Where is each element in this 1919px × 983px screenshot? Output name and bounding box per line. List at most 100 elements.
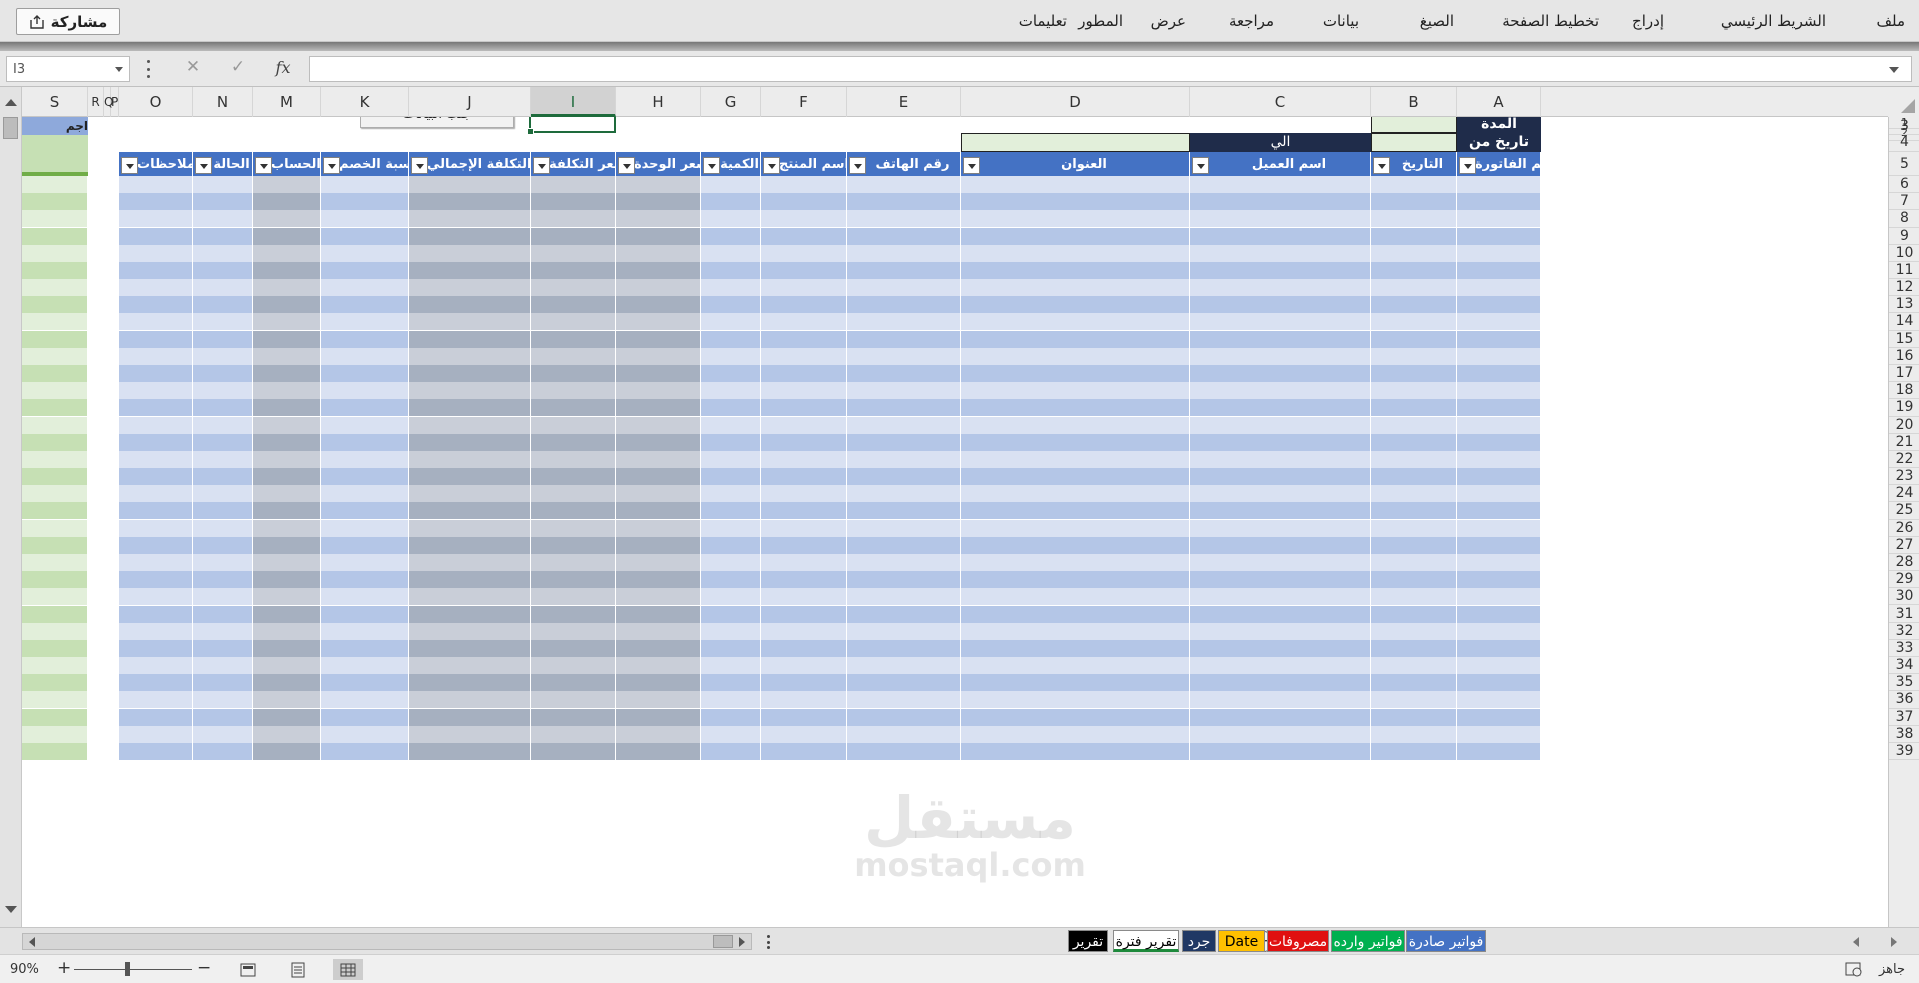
table-cell[interactable] <box>531 657 616 676</box>
table-cell[interactable] <box>1457 399 1541 418</box>
table-cell[interactable] <box>1190 227 1371 246</box>
menu-home[interactable]: الشريط الرئيسي <box>1721 12 1826 30</box>
table-cell[interactable] <box>961 519 1190 538</box>
scroll-up-icon[interactable] <box>5 99 17 106</box>
table-cell[interactable] <box>761 193 847 212</box>
menu-view[interactable]: عرض <box>1151 12 1186 30</box>
table-cell[interactable] <box>616 553 701 572</box>
table-cell[interactable] <box>531 622 616 641</box>
table-cell[interactable] <box>321 605 409 624</box>
table-cell[interactable] <box>1457 364 1541 383</box>
table-cell[interactable] <box>531 176 616 194</box>
table-cell[interactable] <box>701 639 761 658</box>
table-cell[interactable] <box>321 571 409 590</box>
table-cell[interactable] <box>1371 382 1457 401</box>
table-cell[interactable] <box>193 193 253 212</box>
table-cell[interactable] <box>961 176 1190 194</box>
table-cell[interactable] <box>193 536 253 555</box>
row-header-11[interactable]: 11 <box>1889 262 1919 280</box>
table-cell[interactable] <box>1457 210 1541 229</box>
table-cell[interactable] <box>1371 639 1457 658</box>
table-cell[interactable] <box>531 279 616 298</box>
table-cell[interactable] <box>701 279 761 298</box>
table-cell[interactable] <box>119 725 193 744</box>
table-cell[interactable] <box>193 399 253 418</box>
table-cell[interactable] <box>1190 639 1371 658</box>
column-header-c[interactable]: C <box>1190 87 1371 117</box>
menu-formulas[interactable]: الصيغ <box>1420 12 1454 30</box>
table-cell[interactable] <box>1190 708 1371 727</box>
sheet-tab-2[interactable]: فواتير وارده <box>1331 930 1405 952</box>
table-cell[interactable] <box>1371 502 1457 521</box>
table-cell[interactable] <box>1190 725 1371 744</box>
table-cell[interactable] <box>1457 605 1541 624</box>
menu-help[interactable]: تعليمات <box>1019 12 1067 30</box>
table-cell[interactable] <box>119 502 193 521</box>
filter-dropdown-icon[interactable] <box>849 157 866 174</box>
table-cell[interactable] <box>761 536 847 555</box>
table-header-f[interactable]: اسم المنتج <box>761 152 847 176</box>
table-cell[interactable] <box>1371 691 1457 710</box>
row-header-27[interactable]: 27 <box>1889 537 1919 554</box>
table-cell[interactable] <box>119 416 193 435</box>
table-cell[interactable] <box>253 227 321 246</box>
table-cell[interactable] <box>253 330 321 349</box>
table-cell[interactable] <box>321 639 409 658</box>
table-cell[interactable] <box>1190 502 1371 521</box>
table-cell[interactable] <box>616 193 701 212</box>
column-header-r[interactable]: R <box>88 87 104 117</box>
table-cell[interactable] <box>1371 416 1457 435</box>
table-cell[interactable] <box>253 622 321 641</box>
table-cell[interactable] <box>253 519 321 538</box>
table-cell[interactable] <box>531 536 616 555</box>
zoom-in-icon[interactable]: + <box>57 958 71 978</box>
table-cell[interactable] <box>193 708 253 727</box>
column-header-s[interactable]: S <box>22 87 88 117</box>
table-cell[interactable] <box>253 296 321 315</box>
table-cell[interactable] <box>761 674 847 693</box>
table-cell[interactable] <box>847 605 961 624</box>
table-cell[interactable] <box>961 227 1190 246</box>
table-cell[interactable] <box>321 433 409 452</box>
table-cell[interactable] <box>616 742 701 761</box>
table-cell[interactable] <box>409 261 531 280</box>
table-cell[interactable] <box>961 605 1190 624</box>
table-cell[interactable] <box>1457 571 1541 590</box>
normal-view-button[interactable] <box>333 959 363 980</box>
table-cell[interactable] <box>193 416 253 435</box>
table-cell[interactable] <box>193 210 253 229</box>
table-cell[interactable] <box>253 450 321 469</box>
row-header-32[interactable]: 32 <box>1889 623 1919 640</box>
table-cell[interactable] <box>847 176 961 194</box>
name-box[interactable]: I3 <box>6 56 130 82</box>
table-cell[interactable] <box>409 176 531 194</box>
table-cell[interactable] <box>253 364 321 383</box>
table-cell[interactable] <box>847 553 961 572</box>
table-cell[interactable] <box>701 553 761 572</box>
table-cell[interactable] <box>847 364 961 383</box>
table-cell[interactable] <box>409 227 531 246</box>
table-cell[interactable] <box>761 725 847 744</box>
cancel-icon[interactable]: ✕ <box>180 57 206 81</box>
table-cell[interactable] <box>119 330 193 349</box>
table-cell[interactable] <box>1457 485 1541 504</box>
table-cell[interactable] <box>409 691 531 710</box>
table-cell[interactable] <box>701 416 761 435</box>
table-cell[interactable] <box>193 468 253 487</box>
table-cell[interactable] <box>961 433 1190 452</box>
table-cell[interactable] <box>531 399 616 418</box>
menu-developer[interactable]: المطور <box>1078 12 1123 30</box>
row-header-25[interactable]: 25 <box>1889 502 1919 520</box>
table-cell[interactable] <box>193 433 253 452</box>
table-cell[interactable] <box>531 450 616 469</box>
table-cell[interactable] <box>761 244 847 263</box>
table-cell[interactable] <box>531 227 616 246</box>
table-cell[interactable] <box>531 553 616 572</box>
table-cell[interactable] <box>961 416 1190 435</box>
table-header-e[interactable]: رقم الهاتف <box>847 152 961 176</box>
table-cell[interactable] <box>1371 519 1457 538</box>
table-cell[interactable] <box>409 279 531 298</box>
filter-dropdown-icon[interactable] <box>963 157 980 174</box>
side-cell[interactable] <box>22 244 88 263</box>
table-cell[interactable] <box>847 450 961 469</box>
